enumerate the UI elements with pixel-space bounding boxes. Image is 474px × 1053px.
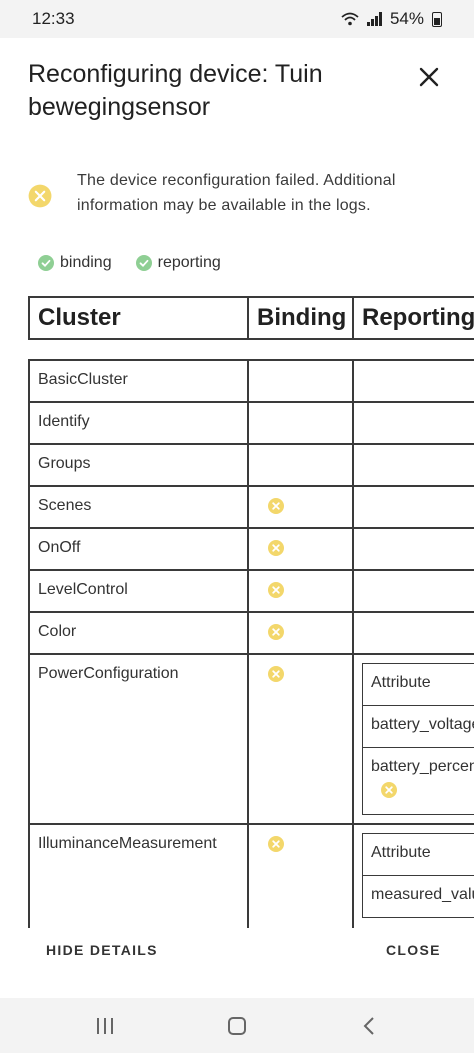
recent-apps-icon[interactable] [95, 1017, 115, 1035]
hide-details-button[interactable]: HIDE DETAILS [46, 942, 158, 958]
binding-cell [247, 359, 354, 403]
signal-icon [367, 12, 382, 26]
reporting-cell [352, 443, 474, 487]
reporting-cell: Attribute battery_voltage battery_percen… [352, 653, 474, 825]
cluster-table[interactable]: Cluster Binding Reporting BasicCluster I… [28, 296, 474, 928]
error-circle-icon [28, 184, 52, 208]
legend-reporting: reporting [135, 254, 221, 272]
binding-cell [247, 611, 354, 655]
cluster-name: LevelControl [28, 569, 249, 613]
binding-failed-icon [268, 540, 284, 556]
binding-cell [247, 823, 354, 928]
binding-failed-icon [268, 836, 284, 852]
wifi-icon [341, 12, 360, 26]
battery-icon [432, 11, 442, 27]
cluster-name: IlluminanceMeasurement [28, 823, 249, 928]
legend-label: binding [60, 254, 112, 271]
header-binding: Binding [247, 296, 354, 340]
table-row: IlluminanceMeasurement Attribute measure… [28, 823, 474, 928]
status-time: 12:33 [32, 9, 75, 28]
reporting-cell [352, 401, 474, 445]
table-row: OnOff [28, 527, 474, 571]
cluster-name: Groups [28, 443, 249, 487]
reporting-cell [352, 569, 474, 613]
check-circle-icon [38, 255, 54, 271]
navigation-bar [0, 998, 474, 1053]
attribute-header: Attribute [362, 663, 474, 706]
check-circle-icon [135, 255, 152, 271]
cluster-name: Color [28, 611, 249, 655]
reporting-failed-icon [381, 782, 397, 798]
binding-failed-icon [268, 582, 284, 598]
cluster-name: BasicCluster [28, 359, 249, 403]
reporting-cell [352, 527, 474, 571]
status-bar: 12:33 54% [0, 0, 474, 38]
reporting-cell [352, 611, 474, 655]
binding-failed-icon [268, 624, 284, 640]
table-row: Color [28, 611, 474, 655]
cluster-name: Scenes [28, 485, 249, 529]
legend-binding: binding [38, 254, 112, 272]
header-reporting: Reporting [352, 296, 474, 340]
table-row: LevelControl [28, 569, 474, 613]
table-row: PowerConfiguration Attribute battery_vol… [28, 653, 474, 825]
attribute-item: battery_percentage [362, 747, 474, 815]
alert-message: The device reconfiguration failed. Addit… [77, 172, 396, 214]
attribute-name: measured_value [362, 875, 474, 918]
binding-cell [247, 527, 354, 571]
binding-cell [247, 485, 354, 529]
attribute-name: battery_voltage [362, 705, 474, 748]
table-row: BasicCluster [28, 359, 474, 403]
reporting-cell: Attribute measured_value [352, 823, 474, 928]
binding-cell [247, 653, 354, 825]
battery-percent: 54% [389, 9, 424, 28]
reporting-cell [352, 359, 474, 403]
binding-cell [247, 443, 354, 487]
close-icon[interactable] [416, 64, 442, 90]
close-button[interactable]: CLOSE [386, 942, 441, 958]
binding-failed-icon [268, 498, 284, 514]
home-icon[interactable] [227, 1016, 247, 1036]
error-alert: The device reconfiguration failed. Addit… [28, 168, 448, 224]
status-icons: 54% [341, 9, 442, 29]
table-row: Identify [28, 401, 474, 445]
reporting-cell [352, 485, 474, 529]
binding-cell [247, 569, 354, 613]
binding-cell [247, 401, 354, 445]
cluster-name: OnOff [28, 527, 249, 571]
status-legend: binding reporting [38, 254, 221, 272]
dialog-actions: HIDE DETAILS CLOSE [0, 928, 474, 996]
table-row: Groups [28, 443, 474, 487]
cluster-name: PowerConfiguration [28, 653, 249, 825]
attribute-header: Attribute [362, 833, 474, 876]
legend-label: reporting [157, 254, 221, 271]
table-body: BasicCluster Identify Groups Scenes OnOf… [28, 359, 474, 928]
cluster-name: Identify [28, 401, 249, 445]
attribute-name: battery_percentage [371, 758, 474, 775]
binding-failed-icon [268, 666, 284, 682]
header-cluster: Cluster [28, 296, 249, 340]
back-icon[interactable] [362, 1016, 376, 1036]
table-header: Cluster Binding Reporting [28, 296, 474, 340]
table-row: Scenes [28, 485, 474, 529]
dialog-title: Reconfiguring device: Tuin bewegingsenso… [28, 60, 323, 121]
